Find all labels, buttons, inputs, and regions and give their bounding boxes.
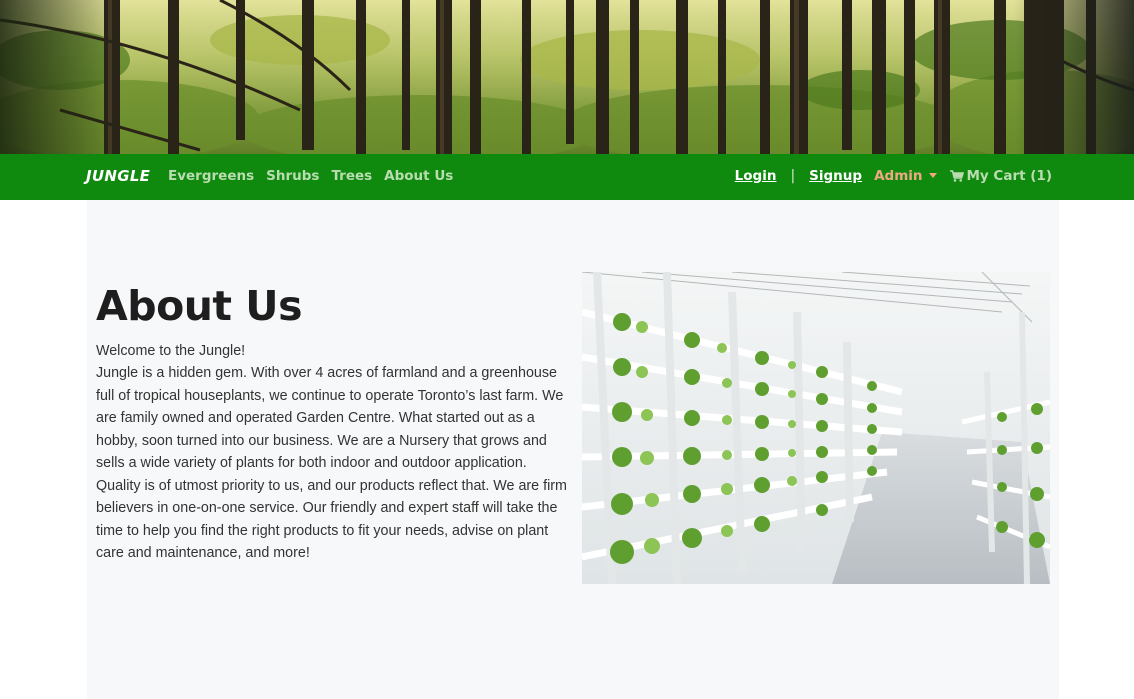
brand-logo[interactable]: JUNGLE xyxy=(86,167,150,185)
about-body-text: Jungle is a hidden gem. With over 4 acre… xyxy=(96,365,567,561)
caret-down-icon xyxy=(928,172,937,178)
shopping-cart-icon xyxy=(949,170,964,182)
greenhouse-image xyxy=(582,272,1050,584)
forest-image xyxy=(0,0,1134,154)
nav-link-evergreens[interactable]: Evergreens xyxy=(168,168,254,184)
cart-link[interactable]: My Cart (1) xyxy=(949,168,1053,184)
login-link[interactable]: Login xyxy=(735,168,777,184)
main-navbar: JUNGLE Evergreens Shrubs Trees About Us … xyxy=(0,154,1134,200)
about-container: About Us Welcome to the Jungle! Jungle i… xyxy=(87,200,1059,699)
cart-label: My Cart (1) xyxy=(966,168,1053,184)
nav-link-about-us[interactable]: About Us xyxy=(384,168,453,184)
nav-separator: | xyxy=(790,168,796,184)
page-title: About Us xyxy=(96,282,303,330)
nav-link-trees[interactable]: Trees xyxy=(331,168,372,184)
signup-link[interactable]: Signup xyxy=(809,168,862,184)
nav-links: Evergreens Shrubs Trees About Us xyxy=(168,168,453,184)
greenhouse-photo xyxy=(582,272,1050,584)
admin-dropdown[interactable]: Admin xyxy=(874,168,937,184)
hero-forest-banner xyxy=(0,0,1134,154)
nav-right: Login | Signup Admin My Cart (1) xyxy=(735,168,1052,184)
welcome-text: Welcome to the Jungle! xyxy=(96,343,246,359)
nav-link-shrubs[interactable]: Shrubs xyxy=(266,168,319,184)
admin-label: Admin xyxy=(874,168,923,184)
